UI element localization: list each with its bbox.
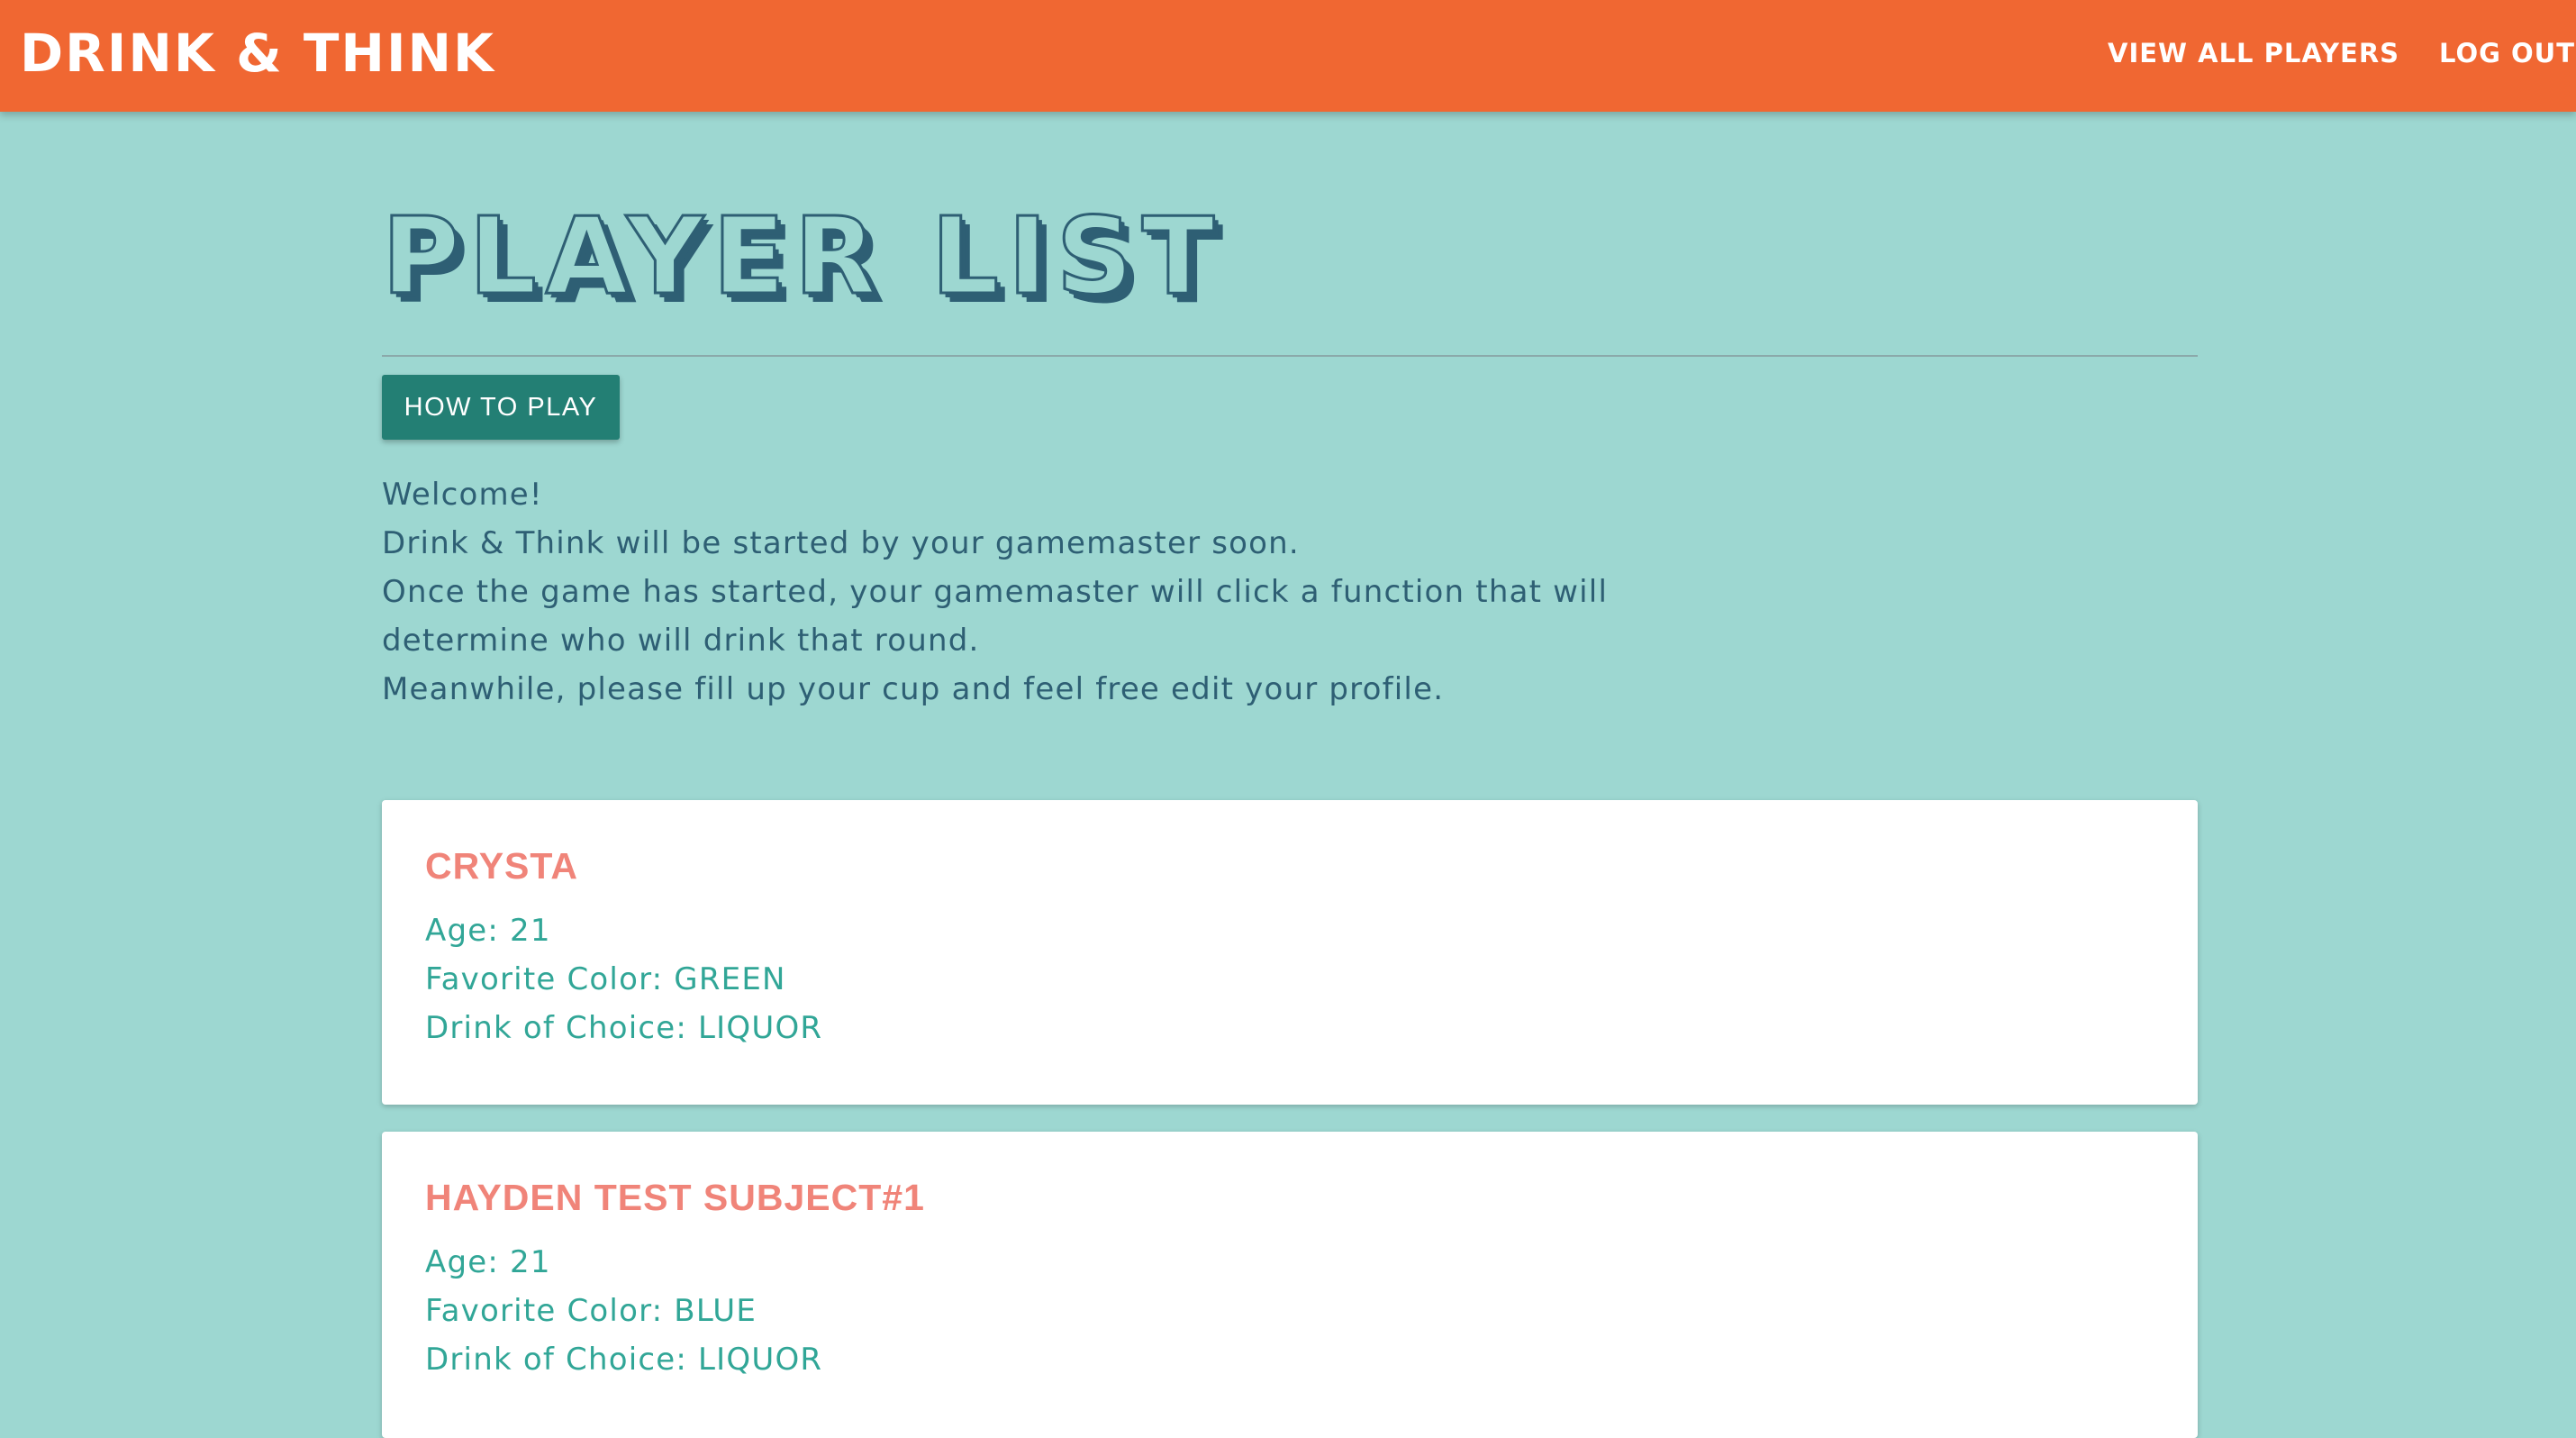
view-all-players-link[interactable]: VIEW ALL PLAYERS (2108, 36, 2399, 70)
player-drink-of-choice: Drink of Choice: LIQUOR (425, 1010, 823, 1046)
player-name: HAYDEN TEST SUBJECT#1 (425, 1177, 925, 1218)
player-card: CRYSTA Age: 21 Favorite Color: GREEN Dri… (382, 800, 2198, 1105)
player-name: CRYSTA (425, 845, 578, 887)
welcome-line: Once the game has started, your gamemast… (382, 574, 1609, 610)
player-details: Age: 21 Favorite Color: GREEN Drink of C… (425, 906, 822, 1052)
brand-logo[interactable]: DRINK & THINK (20, 22, 495, 85)
player-card: HAYDEN TEST SUBJECT#1 Age: 21 Favorite C… (382, 1132, 2198, 1438)
page-title: PLAYER LIST (380, 193, 1224, 320)
log-out-link[interactable]: LOG OUT (2439, 36, 2575, 70)
how-to-play-button[interactable]: HOW TO PLAY (382, 375, 620, 440)
welcome-message: Welcome! Drink & Think will be started b… (382, 470, 2093, 714)
welcome-line: determine who will drink that round. (382, 623, 980, 659)
player-favorite-color: Favorite Color: BLUE (425, 1293, 757, 1329)
welcome-line: Meanwhile, please fill up your cup and f… (382, 671, 1445, 707)
player-age: Age: 21 (425, 1244, 551, 1280)
player-drink-of-choice: Drink of Choice: LIQUOR (425, 1342, 823, 1378)
top-navbar: DRINK & THINK VIEW ALL PLAYERS LOG OUT (0, 0, 2576, 112)
welcome-line: Drink & Think will be started by your ga… (382, 525, 1300, 561)
player-age: Age: 21 (425, 913, 551, 949)
player-favorite-color: Favorite Color: GREEN (425, 961, 786, 997)
player-details: Age: 21 Favorite Color: BLUE Drink of Ch… (425, 1238, 822, 1384)
welcome-line: Welcome! (382, 477, 543, 513)
title-divider (382, 355, 2198, 357)
